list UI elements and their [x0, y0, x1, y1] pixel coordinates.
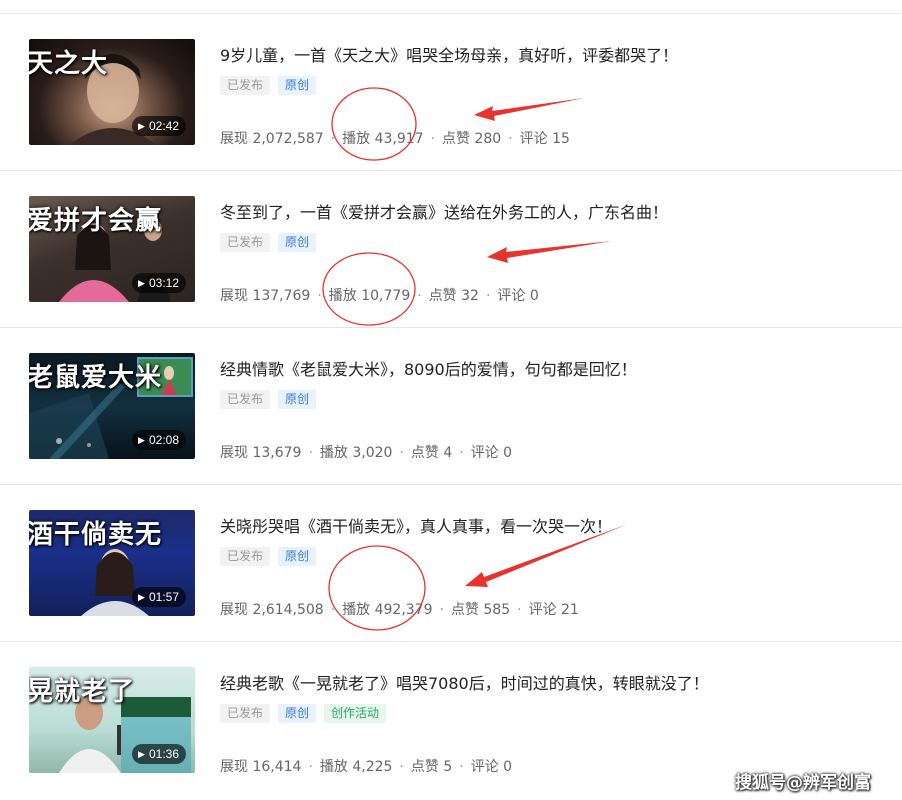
impressions-stat: 展现 16,414 [220, 759, 302, 775]
duration-text: 01:36 [148, 747, 179, 761]
original-tag: 原创 [278, 390, 317, 409]
video-title[interactable]: 经典情歌《老鼠爱大米》，8090后的爱情，句句都是回忆！ [220, 356, 637, 380]
stats-row: 展现 2,614,508 · 播放 492,379 · 点赞 585 · 评论 21 [220, 602, 579, 618]
play-icon: ▶ [138, 435, 145, 445]
duration-badge: ▶ 03:12 [132, 273, 186, 293]
video-title[interactable]: 关晓彤哭唱《酒干倘卖无》，真人真事，看一次哭一次！ [220, 513, 612, 537]
thumbnail-title-text: 晃就老了 [29, 677, 136, 707]
status-tag-published: 已发布 [220, 76, 271, 95]
likes-stat: 点赞 4 [410, 445, 453, 461]
video-thumbnail[interactable]: 酒干倘卖无 ▶ 01:57 [29, 510, 195, 616]
video-item: 天之大 ▶ 02:42 9岁儿童，一首《天之大》唱哭全场母亲，真好听，评委都哭了… [0, 14, 902, 171]
status-tag-published: 已发布 [220, 233, 271, 252]
plays-stat: 播放 492,379 [342, 602, 433, 618]
duration-text: 01:57 [148, 590, 179, 604]
video-item: 酒干倘卖无 ▶ 01:57 关晓彤哭唱《酒干倘卖无》，真人真事，看一次哭一次！ … [0, 485, 902, 642]
video-thumbnail[interactable]: 老鼠爱大米 ▶ 02:08 [29, 353, 195, 459]
video-title[interactable]: 冬至到了，一首《爱拼才会赢》送给在外务工的人，广东名曲！ [220, 199, 668, 223]
plays-stat: 播放 4,225 [319, 759, 393, 775]
video-title[interactable]: 9岁儿童，一首《天之大》唱哭全场母亲，真好听，评委都哭了！ [220, 42, 678, 66]
tag-row: 已发布 原创 [220, 76, 317, 95]
video-item: 爱拼才会赢 ▶ 03:12 冬至到了，一首《爱拼才会赢》送给在外务工的人，广东名… [0, 171, 902, 328]
comments-stat: 评论 0 [470, 445, 513, 461]
play-icon: ▶ [138, 592, 145, 602]
impressions-stat: 展现 13,679 [220, 445, 302, 461]
impressions-stat: 展现 137,769 [220, 288, 311, 304]
stats-row: 展现 13,679 · 播放 3,020 · 点赞 4 · 评论 0 [220, 445, 513, 461]
thumbnail-title-text: 老鼠爱大米 [29, 363, 163, 393]
tag-row: 已发布 原创 创作活动 [220, 704, 387, 723]
video-thumbnail[interactable]: 天之大 ▶ 02:42 [29, 39, 195, 145]
video-item: 老鼠爱大米 ▶ 02:08 经典情歌《老鼠爱大米》，8090后的爱情，句句都是回… [0, 328, 902, 485]
duration-text: 02:42 [148, 119, 179, 133]
video-title[interactable]: 经典老歌《一晃就老了》唱哭7080后，时间过的真快，转眼就没了！ [220, 670, 709, 694]
play-icon: ▶ [138, 749, 145, 759]
thumbnail-title-text: 爱拼才会赢 [29, 206, 163, 236]
status-tag-published: 已发布 [220, 704, 271, 723]
likes-stat: 点赞 5 [410, 759, 453, 775]
duration-text: 03:12 [148, 276, 179, 290]
comments-stat: 评论 0 [470, 759, 513, 775]
likes-stat: 点赞 280 [442, 131, 502, 147]
plays-stat: 播放 10,779 [328, 288, 411, 304]
comments-stat: 评论 21 [528, 602, 579, 618]
duration-badge: ▶ 02:08 [132, 430, 186, 450]
watermark: 搜狐号@辨军创富 [735, 773, 871, 793]
status-tag-published: 已发布 [220, 390, 271, 409]
thumbnail-title-text: 酒干倘卖无 [29, 520, 163, 550]
play-icon: ▶ [138, 121, 145, 131]
plays-stat: 播放 43,917 [342, 131, 424, 147]
comments-stat: 评论 0 [497, 288, 539, 304]
impressions-stat: 展现 2,614,508 [220, 602, 324, 618]
duration-badge: ▶ 01:36 [132, 744, 186, 764]
duration-badge: ▶ 01:57 [132, 587, 186, 607]
stats-row: 展现 2,072,587 · 播放 43,917 · 点赞 280 · 评论 15 [220, 131, 570, 147]
activity-tag: 创作活动 [324, 704, 387, 723]
impressions-stat: 展现 2,072,587 [220, 131, 324, 147]
thumbnail-title-text: 天之大 [29, 49, 109, 79]
comments-stat: 评论 15 [519, 131, 570, 147]
duration-badge: ▶ 02:42 [132, 116, 186, 136]
video-thumbnail[interactable]: 晃就老了 ▶ 01:36 [29, 667, 195, 773]
video-thumbnail[interactable]: 爱拼才会赢 ▶ 03:12 [29, 196, 195, 302]
duration-text: 02:08 [148, 433, 179, 447]
original-tag: 原创 [278, 704, 317, 723]
stats-row: 展现 16,414 · 播放 4,225 · 点赞 5 · 评论 0 [220, 759, 513, 775]
status-tag-published: 已发布 [220, 547, 271, 566]
play-icon: ▶ [138, 278, 145, 288]
original-tag: 原创 [278, 233, 317, 252]
likes-stat: 点赞 32 [428, 288, 479, 304]
tag-row: 已发布 原创 [220, 547, 317, 566]
tag-row: 已发布 原创 [220, 390, 317, 409]
tag-row: 已发布 原创 [220, 233, 317, 252]
stats-row: 展现 137,769 · 播放 10,779 · 点赞 32 · 评论 0 [220, 288, 539, 304]
likes-stat: 点赞 585 [450, 602, 511, 618]
plays-stat: 播放 3,020 [319, 445, 393, 461]
original-tag: 原创 [278, 547, 317, 566]
original-tag: 原创 [278, 76, 317, 95]
